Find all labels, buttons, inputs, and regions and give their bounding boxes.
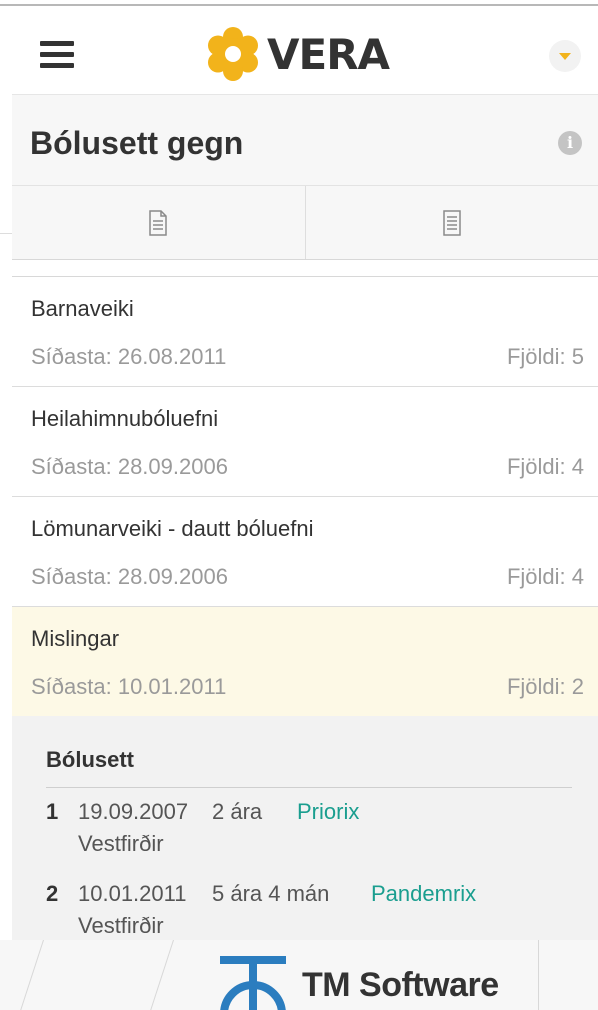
hamburger-icon[interactable] xyxy=(40,41,74,69)
vaccine-link[interactable]: Pandemrix xyxy=(371,881,476,907)
decorative-line xyxy=(141,940,180,1010)
dose-row: 1 19.09.2007 2 ára Priorix Vestfirðir xyxy=(46,799,586,869)
dose-region: Vestfirðir xyxy=(78,831,164,856)
decorative-line xyxy=(11,940,50,1010)
vaccine-name: Barnaveiki xyxy=(31,296,134,321)
tab-list[interactable] xyxy=(304,186,598,259)
dose-region: Vestfirðir xyxy=(78,913,164,938)
detail-title: Bólusett xyxy=(46,747,134,772)
title-bar: Bólusett gegn i xyxy=(12,94,598,186)
list-item[interactable]: Barnaveiki Síðasta: 26.08.2011 Fjöldi: 5 xyxy=(12,277,598,387)
vaccine-name: Lömunarveiki - dautt bóluefni xyxy=(31,516,314,541)
caret-down-icon[interactable] xyxy=(549,40,581,72)
list-item[interactable]: Heilahimnubóluefni Síðasta: 28.09.2006 F… xyxy=(12,387,598,497)
last-date: Síðasta: 26.08.2011 xyxy=(31,344,227,369)
dose-age: 5 ára 4 mán xyxy=(212,881,330,906)
last-date: Síðasta: 10.01.2011 xyxy=(31,674,227,699)
dose-count: Fjöldi: 4 xyxy=(506,564,584,589)
last-date: Síðasta: 28.09.2006 xyxy=(31,564,228,589)
info-icon[interactable]: i xyxy=(558,131,582,155)
page-title: Bólusett gegn xyxy=(30,125,244,161)
vera-logo: VERA xyxy=(205,24,390,84)
app-header: VERA xyxy=(0,8,598,94)
footer-divider xyxy=(538,940,539,1010)
dose-count: Fjöldi: 4 xyxy=(506,454,584,479)
last-date: Síðasta: 28.09.2006 xyxy=(31,454,228,479)
tm-logo-icon xyxy=(220,956,286,1010)
vaccine-name: Heilahimnubóluefni xyxy=(31,406,219,431)
dose-age: 2 ára xyxy=(212,799,263,824)
dose-count: Fjöldi: 5 xyxy=(506,344,584,369)
view-tabs xyxy=(12,186,598,260)
vaccine-name: Mislingar xyxy=(31,626,120,651)
list-item[interactable]: Lömunarveiki - dautt bóluefni Síðasta: 2… xyxy=(12,497,598,607)
document-icon xyxy=(149,209,167,236)
list-item-selected[interactable]: Mislingar Síðasta: 10.01.2011 Fjöldi: 2 xyxy=(12,607,598,717)
dose-count: Fjöldi: 2 xyxy=(506,674,584,699)
vaccine-list: Barnaveiki Síðasta: 26.08.2011 Fjöldi: 5… xyxy=(12,276,598,717)
brand-name: VERA xyxy=(267,29,390,79)
dose-date: 10.01.2011 xyxy=(78,881,187,906)
dose-number: 1 xyxy=(46,799,59,824)
left-edge xyxy=(0,94,12,234)
divider xyxy=(46,787,572,788)
list-document-icon xyxy=(443,209,461,236)
dose-date: 19.09.2007 xyxy=(78,799,189,824)
footer: TM Software xyxy=(0,940,598,1010)
dose-number: 2 xyxy=(46,881,59,906)
top-border xyxy=(0,0,598,6)
vaccine-detail: Bólusett 1 19.09.2007 2 ára Priorix Vest… xyxy=(12,716,598,940)
tab-document[interactable] xyxy=(12,186,305,259)
flower-icon xyxy=(208,27,258,81)
vaccine-link[interactable]: Priorix xyxy=(297,799,359,825)
company-name: TM Software xyxy=(302,966,499,1004)
